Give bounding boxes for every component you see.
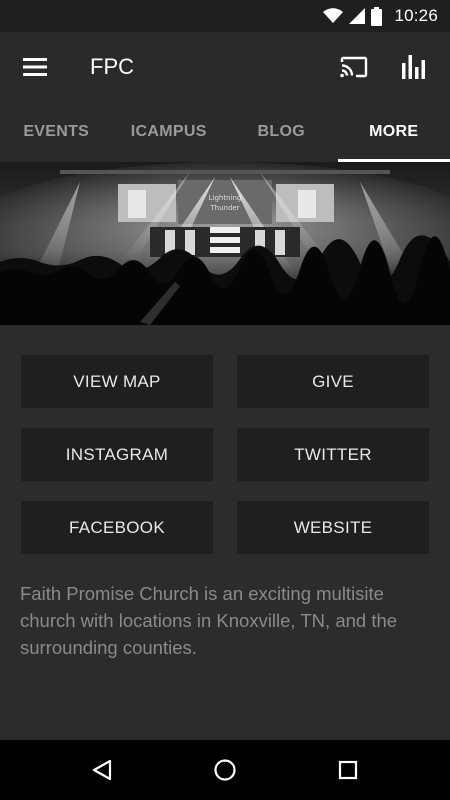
tab-icampus[interactable]: ICAMPUS: [113, 102, 226, 162]
hamburger-menu-icon[interactable]: [0, 32, 70, 102]
bar-chart-icon[interactable]: [384, 32, 444, 102]
status-time: 10:26: [394, 6, 438, 25]
wifi-icon: [323, 8, 344, 24]
tab-more[interactable]: MORE: [337, 102, 450, 162]
app-bar: FPC: [0, 32, 450, 102]
status-bar: 10:26: [0, 0, 450, 32]
system-nav-bar: [0, 740, 450, 800]
website-button[interactable]: WEBSITE: [237, 501, 429, 554]
church-description: Faith Promise Church is an exciting mult…: [20, 583, 398, 658]
instagram-button[interactable]: INSTAGRAM: [21, 428, 213, 481]
back-icon[interactable]: [72, 740, 132, 800]
tab-blog[interactable]: BLOG: [225, 102, 338, 162]
give-button[interactable]: GIVE: [237, 355, 429, 408]
cast-icon[interactable]: [324, 32, 384, 102]
screen-text-1: Lightning: [209, 194, 242, 202]
hero-image: Lightning Thunder: [0, 162, 450, 325]
recents-icon[interactable]: [318, 740, 378, 800]
home-icon[interactable]: [195, 740, 255, 800]
twitter-button[interactable]: TWITTER: [237, 428, 429, 481]
tab-bar: EVENTS ICAMPUS BLOG MORE: [0, 102, 450, 162]
battery-icon: [371, 6, 383, 26]
signal-icon: [349, 8, 366, 24]
view-map-button[interactable]: VIEW MAP: [21, 355, 213, 408]
screen-text-2: Thunder: [209, 204, 239, 212]
facebook-button[interactable]: FACEBOOK: [21, 501, 213, 554]
link-buttons-grid: VIEW MAP GIVE INSTAGRAM TWITTER FACEBOOK…: [21, 355, 429, 554]
tab-events[interactable]: EVENTS: [0, 102, 113, 162]
app-title: FPC: [90, 54, 134, 79]
